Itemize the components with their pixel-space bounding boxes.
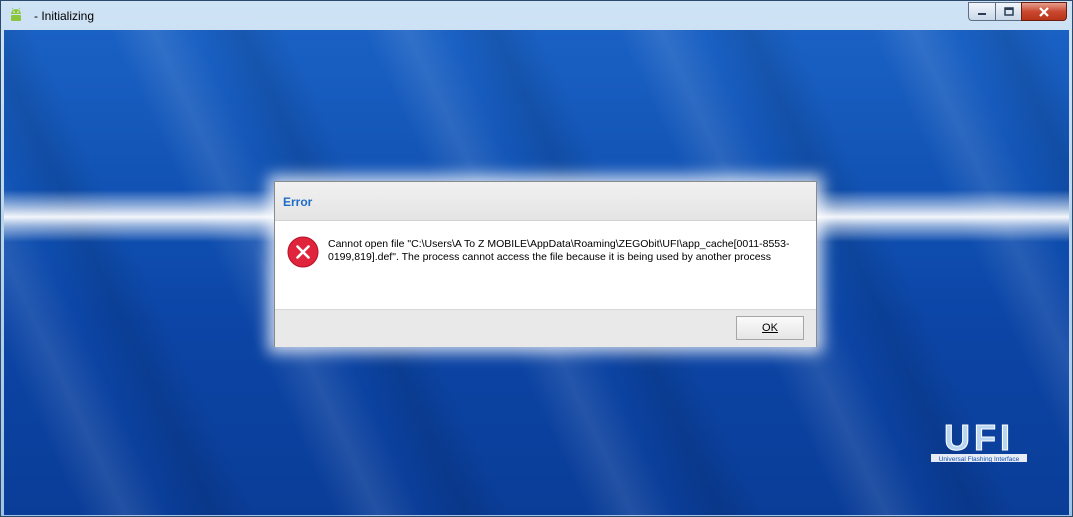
main-area: Error Cannot open file "C:\Users\A To Z … <box>4 30 1069 515</box>
minimize-button[interactable] <box>968 2 995 21</box>
ufi-logo: UFI Universal Flashing Interface <box>931 417 1027 463</box>
close-button[interactable] <box>1021 2 1067 21</box>
error-message-line-1: Cannot open file "C:\Users\A To Z MOBILE… <box>328 238 790 250</box>
error-dialog: Error Cannot open file "C:\Users\A To Z … <box>274 181 817 347</box>
ok-button[interactable]: OK <box>736 316 804 340</box>
maximize-button[interactable] <box>995 2 1021 21</box>
logo-tagline: Universal Flashing Interface <box>939 456 1020 463</box>
close-icon <box>1039 6 1049 17</box>
window-title: - Initializing <box>34 9 95 23</box>
android-icon <box>11 7 21 21</box>
dialog-header: Error <box>275 182 816 221</box>
window-controls <box>968 2 1067 21</box>
error-icon <box>287 236 319 268</box>
minimize-icon <box>978 12 986 15</box>
app-window: - Initializing Error Cannot open file "C… <box>0 0 1073 517</box>
title-bar[interactable]: - Initializing <box>1 1 1072 30</box>
error-message-line-2: 0199,819].def". The process cannot acces… <box>328 251 772 263</box>
dialog-title: Error <box>283 195 313 209</box>
error-message: Cannot open file "C:\Users\A To Z MOBILE… <box>328 238 808 264</box>
dialog-body: Cannot open file "C:\Users\A To Z MOBILE… <box>275 221 816 309</box>
logo-text: UFI <box>944 417 1014 458</box>
maximize-icon <box>1003 7 1014 16</box>
dialog-footer: OK <box>275 309 816 347</box>
